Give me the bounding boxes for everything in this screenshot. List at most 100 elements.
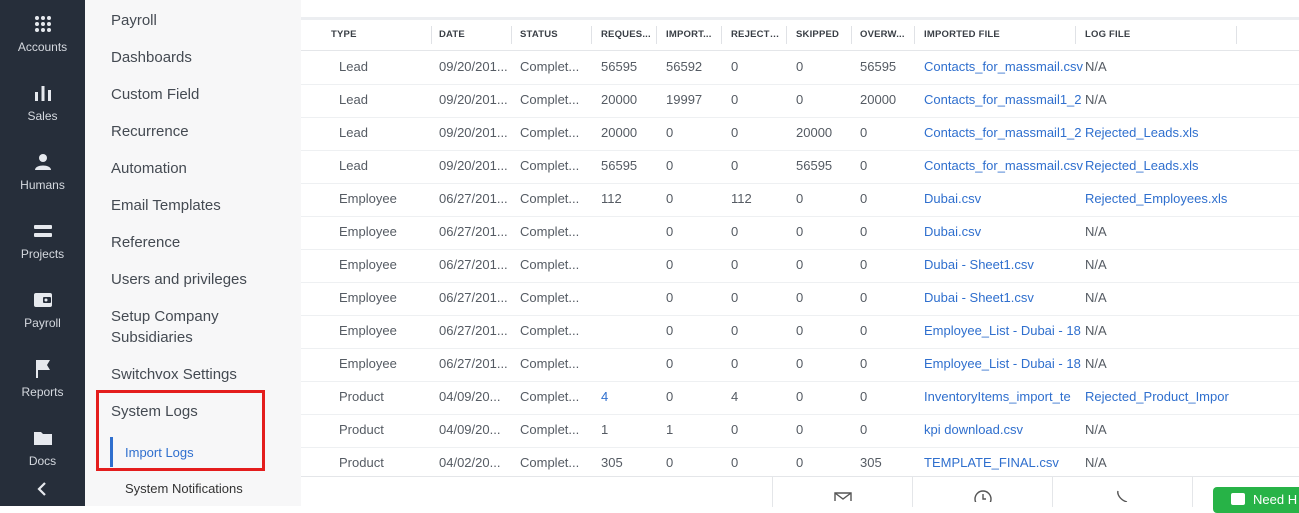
table-row[interactable]: Product 04/09/20... Complet... 4 0 4 0 0 Invento… xyxy=(301,381,1299,415)
column-header-imported[interactable]: IMPORT... xyxy=(666,20,721,49)
cell-imported-file[interactable]: TEMPLATE_FINAL.csv xyxy=(924,447,1085,479)
cell-imported-file[interactable]: kpi download.csv xyxy=(924,414,1085,446)
cell-log-file[interactable]: Rejected_Product_Impor xyxy=(1085,381,1238,413)
table-row[interactable]: Employee 06/27/201... Complet... 0 0 0 0 Dubai … xyxy=(301,282,1299,316)
call-button[interactable] xyxy=(1052,477,1193,507)
mail-icon xyxy=(834,489,852,507)
cell-date: 09/20/201... xyxy=(439,59,508,74)
cell-type: Employee xyxy=(339,290,397,305)
rail-item-accounts[interactable]: Accounts xyxy=(0,10,85,70)
cell-imported-file[interactable]: Contacts_for_massmail1_2 xyxy=(924,84,1085,116)
cell-log-file: N/A xyxy=(1085,257,1107,272)
submenu-item-automation[interactable]: Automation xyxy=(111,158,291,179)
person-icon xyxy=(0,148,85,176)
submenu-item-custom-field[interactable]: Custom Field xyxy=(111,84,291,105)
rail-item-projects[interactable]: Projects xyxy=(0,217,85,277)
table-row[interactable]: Product 04/09/20... Complet... 1 1 0 0 0 kpi dow… xyxy=(301,414,1299,448)
bar-chart-icon xyxy=(0,79,85,107)
cell-imported-file[interactable]: Employee_List - Dubai - 18 xyxy=(924,315,1085,347)
column-divider[interactable] xyxy=(851,26,852,44)
cell-imported-file[interactable]: Dubai.csv xyxy=(924,216,1085,248)
cell-rejected: 0 xyxy=(731,59,739,74)
cell-log-file[interactable]: Rejected_Employees.xls xyxy=(1085,183,1238,215)
cell-type: Lead xyxy=(339,92,368,107)
collapse-sidebar-button[interactable] xyxy=(30,480,54,502)
column-divider[interactable] xyxy=(786,26,787,44)
rail-item-sales[interactable]: Sales xyxy=(0,79,85,139)
cell-date: 06/27/201... xyxy=(439,224,508,239)
table-row[interactable]: Lead 09/20/201... Complet... 56595 56592 0 0 56… xyxy=(301,51,1299,85)
cell-requested xyxy=(601,348,656,380)
submenu-item-import-logs[interactable]: Import Logs xyxy=(125,445,194,460)
cell-imported-file[interactable]: Dubai - Sheet1.csv xyxy=(924,249,1085,281)
table-row[interactable]: Employee 06/27/201... Complet... 112 0 112 0 0 D… xyxy=(301,183,1299,217)
table-row[interactable]: Employee 06/27/201... Complet... 0 0 0 0 Employ… xyxy=(301,315,1299,349)
column-header-status[interactable]: STATUS xyxy=(520,20,591,49)
column-header-date[interactable]: DATE xyxy=(439,20,511,49)
cell-log-file[interactable]: Rejected_Leads.xls xyxy=(1085,117,1238,149)
column-divider[interactable] xyxy=(511,26,512,44)
cell-requested: 20000 xyxy=(601,125,638,140)
column-header-skipped[interactable]: SKIPPED xyxy=(796,20,851,49)
submenu-item-system-notifications[interactable]: System Notifications xyxy=(125,481,243,496)
cell-imported: 56592 xyxy=(666,59,703,74)
mail-button[interactable] xyxy=(772,477,913,507)
column-header-rejected[interactable]: REJECTE... xyxy=(731,20,786,49)
cell-date: 04/09/20... xyxy=(439,422,501,437)
cell-imported-file[interactable]: Contacts_for_massmail.csv xyxy=(924,51,1085,83)
cell-overwritten: 0 xyxy=(860,323,868,338)
submenu-item-email-templates[interactable]: Email Templates xyxy=(111,195,291,216)
column-divider[interactable] xyxy=(914,26,915,44)
cell-imported-file[interactable]: Employee_List - Dubai - 18 xyxy=(924,348,1085,380)
column-divider[interactable] xyxy=(656,26,657,44)
rail-label: Projects xyxy=(20,247,65,261)
cell-log-file[interactable]: Rejected_Leads.xls xyxy=(1085,150,1238,182)
cell-overwritten: 0 xyxy=(860,290,868,305)
grid-icon xyxy=(0,10,85,38)
table-row[interactable]: Lead 09/20/201... Complet... 20000 0 0 20000 0 C… xyxy=(301,117,1299,151)
table-row[interactable]: Lead 09/20/201... Complet... 20000 19997 0 0 20… xyxy=(301,84,1299,118)
rail-item-reports[interactable]: Reports xyxy=(0,355,85,415)
table-row[interactable]: Employee 06/27/201... Complet... 0 0 0 0 Employ… xyxy=(301,348,1299,382)
table-row[interactable]: Employee 06/27/201... Complet... 0 0 0 0 Dubai … xyxy=(301,249,1299,283)
rail-item-humans[interactable]: Humans xyxy=(0,148,85,208)
submenu-item-payroll[interactable]: Payroll xyxy=(111,10,291,31)
submenu-item-switchvox-settings[interactable]: Switchvox Settings xyxy=(111,364,291,385)
column-divider[interactable] xyxy=(431,26,432,44)
history-button[interactable] xyxy=(912,477,1053,508)
table-row[interactable]: Employee 06/27/201... Complet... 0 0 0 0 Dubai.… xyxy=(301,216,1299,250)
cell-overwritten: 0 xyxy=(860,191,868,206)
cell-skipped: 0 xyxy=(796,323,804,338)
column-header-type[interactable]: TYPE xyxy=(331,20,431,49)
column-header-log-file[interactable]: LOG FILE xyxy=(1085,20,1235,49)
submenu-item-recurrence[interactable]: Recurrence xyxy=(111,121,291,142)
column-header-imported-file[interactable]: IMPORTED FILE xyxy=(924,20,1075,49)
column-header-requested[interactable]: REQUES... xyxy=(601,20,656,49)
cell-imported-file[interactable]: Contacts_for_massmail1_2 xyxy=(924,117,1085,149)
column-divider[interactable] xyxy=(591,26,592,44)
column-divider[interactable] xyxy=(1236,26,1237,44)
column-header-overwritten[interactable]: OVERW... xyxy=(860,20,914,49)
submenu-item-setup-company-subsidiaries[interactable]: Setup Company Subsidiaries xyxy=(111,306,261,348)
cell-status: Complet... xyxy=(520,455,580,470)
need-help-button[interactable]: Need H xyxy=(1213,487,1299,513)
active-indicator xyxy=(110,437,113,467)
submenu-item-users-privileges[interactable]: Users and privileges xyxy=(111,269,291,290)
column-divider[interactable] xyxy=(721,26,722,44)
phone-icon xyxy=(1115,489,1131,507)
cell-status: Complet... xyxy=(520,257,580,272)
cell-imported-file[interactable]: InventoryItems_import_te xyxy=(924,381,1085,413)
submenu-item-dashboards[interactable]: Dashboards xyxy=(111,47,291,68)
cell-imported-file[interactable]: Dubai.csv xyxy=(924,183,1085,215)
cell-imported-file[interactable]: Contacts_for_massmail.csv xyxy=(924,150,1085,182)
rail-item-docs[interactable]: Docs xyxy=(0,424,85,484)
submenu-item-system-logs[interactable]: System Logs xyxy=(111,401,291,422)
cell-imported-file[interactable]: Dubai - Sheet1.csv xyxy=(924,282,1085,314)
submenu-item-reference[interactable]: Reference xyxy=(111,232,291,253)
table-row[interactable]: Lead 09/20/201... Complet... 56595 0 0 56595 0 C… xyxy=(301,150,1299,184)
column-divider[interactable] xyxy=(1075,26,1076,44)
cell-imported: 0 xyxy=(666,356,674,371)
rail-item-payroll[interactable]: Payroll xyxy=(0,286,85,346)
cell-requested[interactable]: 4 xyxy=(601,381,656,413)
cell-skipped: 0 xyxy=(796,389,804,404)
